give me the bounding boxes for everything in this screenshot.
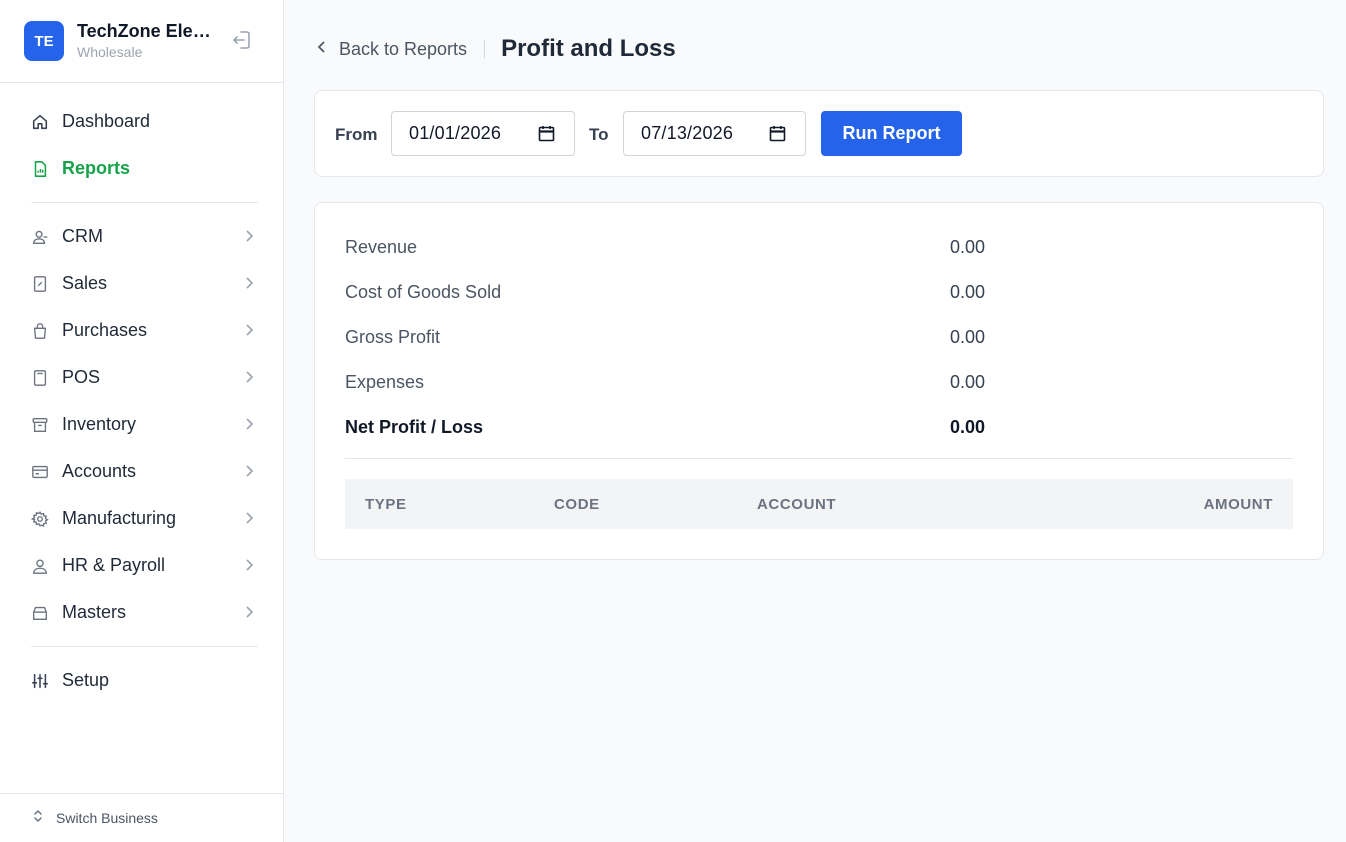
sidebar-item-reports[interactable]: Reports bbox=[17, 145, 263, 192]
summary-value: 0.00 bbox=[949, 327, 985, 347]
sidebar-item-label: CRM bbox=[62, 226, 103, 246]
business-avatar[interactable]: TE bbox=[24, 21, 64, 61]
switch-business-button[interactable]: Switch Business bbox=[0, 793, 283, 842]
nav-divider bbox=[31, 202, 258, 203]
sidebar-item-label: Setup bbox=[62, 670, 110, 690]
user-icon bbox=[31, 228, 49, 246]
archive-icon bbox=[31, 416, 49, 434]
summary-label: Revenue bbox=[345, 237, 418, 257]
summary-value: 0.00 bbox=[949, 237, 985, 257]
sidebar-item-label: Masters bbox=[62, 602, 127, 622]
chevron-right-icon bbox=[243, 558, 255, 572]
sidebar-item-label: POS bbox=[62, 367, 101, 387]
summary-label: Expenses bbox=[345, 372, 425, 392]
sidebar-item-dashboard[interactable]: Dashboard bbox=[17, 98, 263, 145]
page-header: Back to Reports Profit and Loss bbox=[317, 34, 676, 64]
page-title: Profit and Loss bbox=[501, 35, 676, 62]
chevron-right-icon bbox=[243, 370, 255, 384]
chevron-left-icon bbox=[317, 40, 327, 59]
sidebar-item-label: Manufacturing bbox=[62, 508, 177, 528]
column-header-type[interactable]: TYPE bbox=[365, 496, 407, 513]
sidebar-item-sales[interactable]: Sales bbox=[17, 260, 263, 307]
sidebar-item-pos[interactable]: POS bbox=[17, 354, 263, 401]
calendar-icon[interactable] bbox=[769, 125, 786, 142]
chevron-right-icon bbox=[243, 323, 255, 337]
sidebar-item-label: HR & Payroll bbox=[62, 555, 166, 575]
chevron-right-icon bbox=[243, 464, 255, 478]
logout-icon[interactable] bbox=[230, 28, 254, 52]
nav-divider bbox=[31, 646, 258, 647]
from-label: From bbox=[335, 125, 378, 144]
bag-icon bbox=[31, 322, 49, 340]
summary-value: 0.00 bbox=[949, 282, 985, 302]
chevron-right-icon bbox=[243, 229, 255, 243]
run-report-button[interactable]: Run Report bbox=[821, 111, 962, 156]
users-icon bbox=[31, 557, 49, 575]
sidebar-item-label: Dashboard bbox=[62, 111, 151, 131]
sidebar-item-hr-payroll[interactable]: HR & Payroll bbox=[17, 542, 263, 589]
home-icon bbox=[31, 113, 49, 131]
box-icon bbox=[31, 604, 49, 622]
chevron-up-down-icon bbox=[32, 809, 44, 828]
table-header: TYPE CODE ACCOUNT AMOUNT bbox=[345, 479, 1293, 529]
summary-row-revenue: Revenue 0.00 bbox=[345, 225, 985, 270]
chevron-right-icon bbox=[243, 511, 255, 525]
sidebar-item-label: Accounts bbox=[62, 461, 137, 481]
chevron-right-icon bbox=[243, 276, 255, 290]
calendar-icon[interactable] bbox=[538, 125, 555, 142]
summary-label: Gross Profit bbox=[345, 327, 441, 347]
sidebar-item-label: Inventory bbox=[62, 414, 137, 434]
to-label: To bbox=[589, 125, 609, 144]
summary-value: 0.00 bbox=[949, 372, 985, 392]
column-header-account[interactable]: ACCOUNT bbox=[757, 496, 836, 513]
summary-row-net-profit: Net Profit / Loss 0.00 bbox=[345, 405, 985, 450]
back-label: Back to Reports bbox=[339, 38, 468, 59]
card-icon bbox=[31, 463, 49, 481]
main-content: Back to Reports Profit and Loss From 01/… bbox=[284, 0, 1346, 842]
brand-header: TE TechZone Electronics Wholesale bbox=[0, 0, 283, 83]
app-window: TE TechZone Electronics Wholesale Dashbo… bbox=[0, 0, 1346, 842]
calculator-icon bbox=[31, 369, 49, 387]
column-header-amount[interactable]: AMOUNT bbox=[1204, 496, 1273, 513]
business-name: TechZone Electronics bbox=[77, 21, 217, 41]
receipt-icon bbox=[31, 275, 49, 293]
switch-business-label: Switch Business bbox=[56, 810, 158, 826]
sidebar-item-label: Purchases bbox=[62, 320, 148, 340]
report-card: Revenue 0.00 Cost of Goods Sold 0.00 Gro… bbox=[314, 202, 1324, 560]
report-icon bbox=[31, 160, 49, 178]
back-to-reports-link[interactable]: Back to Reports bbox=[317, 39, 467, 60]
summary-value: 0.00 bbox=[949, 417, 985, 437]
chevron-right-icon bbox=[243, 605, 255, 619]
summary-label: Net Profit / Loss bbox=[345, 417, 484, 437]
sidebar-item-inventory[interactable]: Inventory bbox=[17, 401, 263, 448]
sidebar-item-label: Sales bbox=[62, 273, 108, 293]
summary-list: Revenue 0.00 Cost of Goods Sold 0.00 Gro… bbox=[345, 225, 985, 450]
header-separator bbox=[484, 40, 486, 58]
summary-row-cogs: Cost of Goods Sold 0.00 bbox=[345, 270, 985, 315]
sidebar-item-manufacturing[interactable]: Manufacturing bbox=[17, 495, 263, 542]
gear-icon bbox=[31, 510, 49, 528]
chevron-right-icon bbox=[243, 417, 255, 431]
column-header-code[interactable]: CODE bbox=[554, 496, 600, 513]
sidebar: TE TechZone Electronics Wholesale Dashbo… bbox=[0, 0, 284, 842]
summary-divider bbox=[345, 458, 1293, 459]
sliders-icon bbox=[31, 672, 49, 690]
sidebar-item-accounts[interactable]: Accounts bbox=[17, 448, 263, 495]
sidebar-item-label: Reports bbox=[62, 158, 131, 178]
sidebar-item-purchases[interactable]: Purchases bbox=[17, 307, 263, 354]
summary-label: Cost of Goods Sold bbox=[345, 282, 502, 302]
sidebar-item-masters[interactable]: Masters bbox=[17, 589, 263, 636]
summary-row-gross-profit: Gross Profit 0.00 bbox=[345, 315, 985, 360]
from-date-input[interactable]: 01/01/2026 bbox=[391, 111, 575, 156]
sidebar-nav: Dashboard Reports CRM Sales Purchases PO… bbox=[17, 98, 263, 704]
sidebar-item-setup[interactable]: Setup bbox=[17, 657, 263, 704]
to-date-input[interactable]: 07/13/2026 bbox=[623, 111, 806, 156]
filter-card: From 01/01/2026 To 07/13/2026 Run Report bbox=[314, 90, 1324, 177]
business-type: Wholesale bbox=[77, 44, 143, 60]
summary-row-expenses: Expenses 0.00 bbox=[345, 360, 985, 405]
sidebar-item-crm[interactable]: CRM bbox=[17, 213, 263, 260]
from-date-value: 01/01/2026 bbox=[409, 123, 502, 143]
to-date-value: 07/13/2026 bbox=[641, 123, 734, 143]
